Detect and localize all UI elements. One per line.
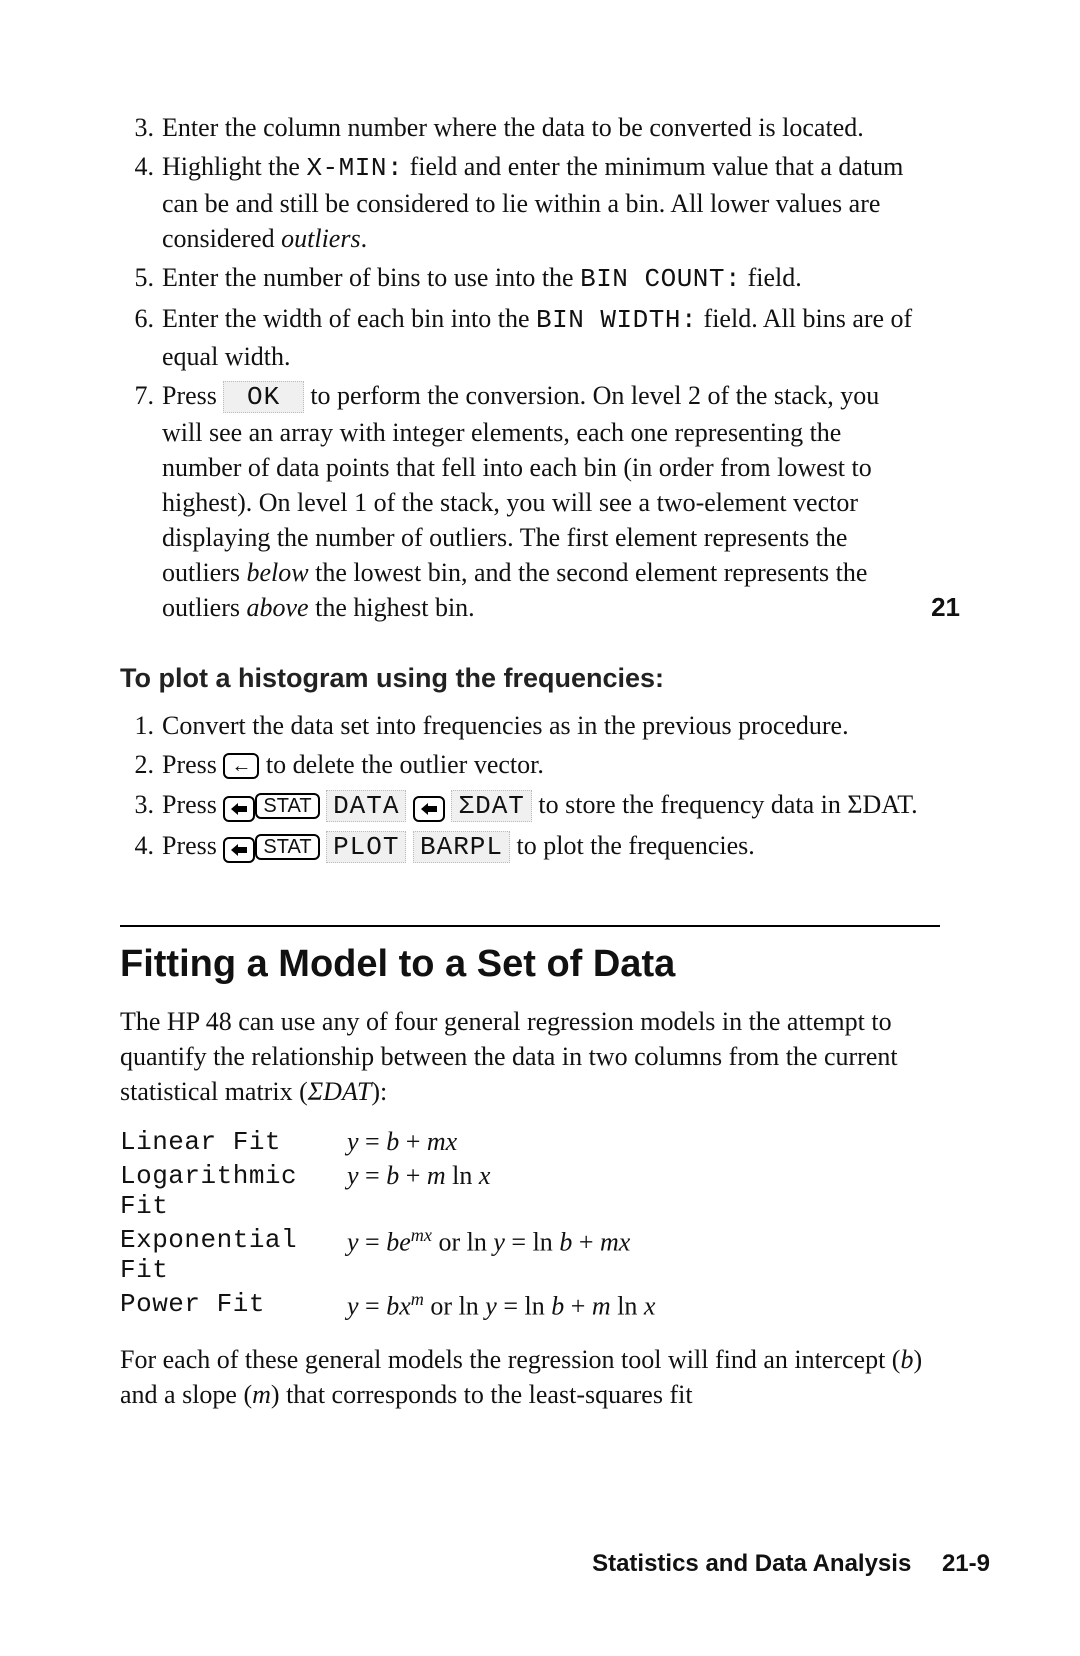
list-number: 2. bbox=[120, 747, 162, 782]
model-name: Power Fit bbox=[120, 1287, 347, 1324]
list-item: 1.Convert the data set into frequencies … bbox=[120, 708, 940, 743]
section-divider bbox=[120, 925, 940, 927]
model-equation: y = bxm or ln y = ln b + m ln x bbox=[347, 1287, 677, 1324]
left-shift-key bbox=[413, 796, 445, 822]
left-shift-key bbox=[223, 837, 255, 863]
model-name: Logarithmic Fit bbox=[120, 1159, 347, 1223]
backspace-key: ← bbox=[223, 753, 259, 779]
list-item: 3.Enter the column number where the data… bbox=[120, 110, 940, 145]
margin-chapter-number: 21 bbox=[931, 592, 960, 623]
list-number: 6. bbox=[120, 301, 162, 373]
list-body: Enter the number of bins to use into the… bbox=[162, 260, 922, 297]
list-number: 1. bbox=[120, 708, 162, 743]
list-body: Highlight the X-MIN: field and enter the… bbox=[162, 149, 922, 256]
model-name: Exponential Fit bbox=[120, 1223, 347, 1287]
list-body: Convert the data set into frequencies as… bbox=[162, 708, 922, 743]
list-body: Enter the column number where the data t… bbox=[162, 110, 922, 145]
page-footer: Statistics and Data Analysis 21-9 bbox=[592, 1550, 990, 1578]
model-row: Exponential Fity = bemx or ln y = ln b +… bbox=[120, 1223, 677, 1287]
list-item: 5.Enter the number of bins to use into t… bbox=[120, 260, 940, 297]
list-number: 3. bbox=[120, 110, 162, 145]
list-body: Press ← to delete the outlier vector. bbox=[162, 747, 922, 782]
list-number: 4. bbox=[120, 828, 162, 865]
left-shift-key bbox=[223, 796, 255, 822]
model-row: Linear Fity = b + mx bbox=[120, 1125, 677, 1159]
model-equation: y = bemx or ln y = ln b + mx bbox=[347, 1223, 677, 1287]
list-item: 2.Press ← to delete the outlier vector. bbox=[120, 747, 940, 782]
stat-key: STAT bbox=[255, 834, 319, 860]
list-item: 6.Enter the width of each bin into the B… bbox=[120, 301, 940, 373]
stat-key: STAT bbox=[255, 793, 319, 819]
list-body: Enter the width of each bin into the BIN… bbox=[162, 301, 922, 373]
list-item: 3.Press STAT DATA ΣDAT to store the freq… bbox=[120, 787, 940, 824]
list-item: 4.Press STAT PLOT BARPL to plot the freq… bbox=[120, 828, 940, 865]
list-number: 5. bbox=[120, 260, 162, 297]
list-number: 7. bbox=[120, 378, 162, 626]
list-item: 7.Press OK to perform the conversion. On… bbox=[120, 378, 940, 626]
ordered-list-continued: 3.Enter the column number where the data… bbox=[120, 110, 940, 625]
model-name: Linear Fit bbox=[120, 1125, 347, 1159]
list-item: 4.Highlight the X-MIN: field and enter t… bbox=[120, 149, 940, 256]
paragraph: The HP 48 can use any of four general re… bbox=[120, 1004, 940, 1109]
paragraph: For each of these general models the reg… bbox=[120, 1342, 940, 1412]
section-title: Fitting a Model to a Set of Data bbox=[120, 943, 940, 986]
model-row: Logarithmic Fity = b + m ln x bbox=[120, 1159, 677, 1223]
list-body: Press STAT DATA ΣDAT to store the freque… bbox=[162, 787, 922, 824]
model-table: Linear Fity = b + mxLogarithmic Fity = b… bbox=[120, 1125, 677, 1324]
sub-heading: To plot a histogram using the frequencie… bbox=[120, 663, 940, 694]
list-body: Press STAT PLOT BARPL to plot the freque… bbox=[162, 828, 922, 865]
ordered-list-steps: 1.Convert the data set into frequencies … bbox=[120, 708, 940, 864]
model-equation: y = b + mx bbox=[347, 1125, 677, 1159]
list-number: 3. bbox=[120, 787, 162, 824]
list-body: Press OK to perform the conversion. On l… bbox=[162, 378, 922, 626]
model-row: Power Fity = bxm or ln y = ln b + m ln x bbox=[120, 1287, 677, 1324]
list-number: 4. bbox=[120, 149, 162, 256]
page-content: 3.Enter the column number where the data… bbox=[120, 110, 940, 1428]
model-equation: y = b + m ln x bbox=[347, 1159, 677, 1223]
